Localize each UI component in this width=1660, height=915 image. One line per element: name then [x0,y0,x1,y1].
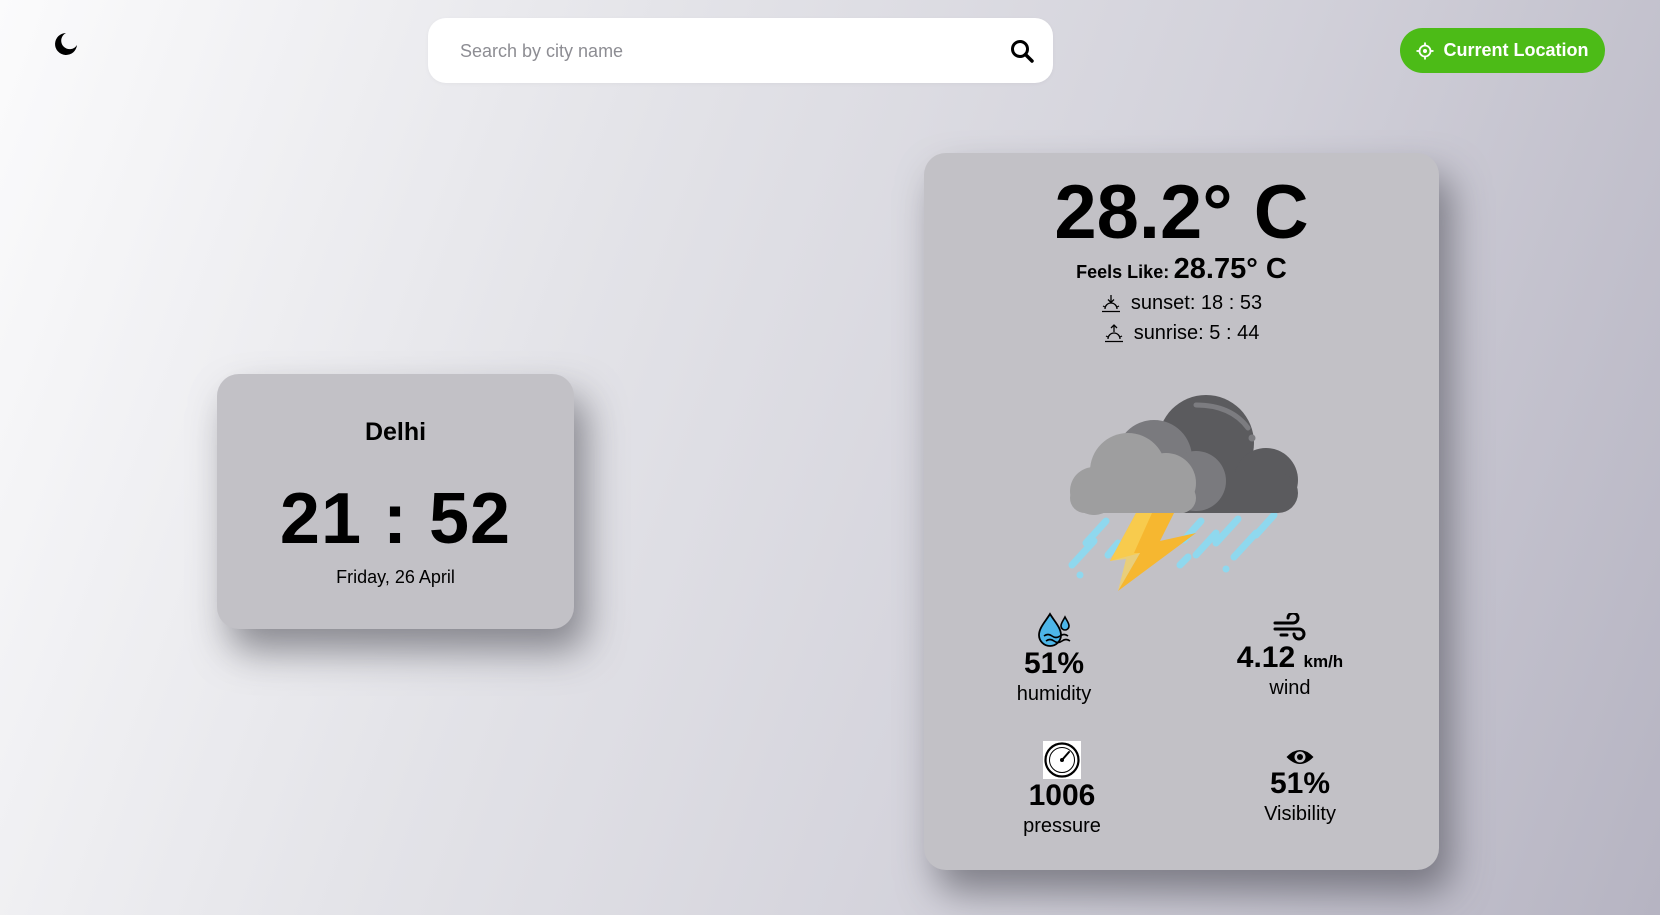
sunset-text: sunset: 18 : 53 [1130,292,1263,314]
temperature: 28.2° C [1054,170,1309,255]
sunrise-text: sunrise: 5 : 44 [1133,322,1260,344]
sunrise-row: sunrise: 5 : 44 [924,322,1439,345]
visibility-label: Visibility [1264,803,1336,825]
humidity-icon [1038,612,1071,647]
local-date: Friday, 26 April [336,567,455,587]
wind-unit: km/h [1303,652,1344,671]
sunset-row: sunset: 18 : 53 [924,292,1439,315]
feels-like-value: 28.75° C [1173,253,1287,285]
wind-icon [1273,613,1306,641]
visibility-stat: 51% Visibility [1200,747,1400,826]
pressure-label: pressure [1023,815,1101,837]
wind-stat: 4.12 km/h wind [1190,613,1390,700]
crosshair-icon [1416,42,1434,59]
humidity-label: humidity [1016,683,1092,705]
humidity-value: 51% [1023,647,1085,680]
search-input[interactable] [458,18,982,85]
sunset-icon [1101,294,1120,312]
pressure-value: 1006 [1028,779,1096,812]
wind-label: wind [1269,677,1311,699]
humidity-stat: 51% humidity [954,611,1154,706]
visibility-value: 51% [1269,767,1331,800]
search-icon[interactable] [1009,38,1035,64]
thunderstorm-icon [1068,395,1298,591]
current-location-button[interactable]: Current Location [1400,28,1605,73]
search-bar [428,18,1053,85]
eye-icon [1286,750,1314,764]
gauge-icon [1043,741,1081,779]
theme-toggle-button[interactable] [50,28,82,60]
feels-like-label: Feels Like: [1076,262,1170,282]
sunrise-icon [1104,323,1123,342]
pressure-stat: 1006 pressure [962,741,1162,838]
weather-card: 28.2° C Feels Like: 28.75° C sunset: 18 … [924,153,1439,870]
local-time: 21 : 52 [279,479,512,559]
moon-icon [55,33,77,55]
current-location-label: Current Location [1443,40,1589,60]
wind-value: 4.12 [1236,641,1296,674]
feels-like: Feels Like: 28.75° C [924,253,1439,286]
clock-card: Delhi 21 : 52 Friday, 26 April [217,374,574,629]
city-name: Delhi [364,418,427,446]
